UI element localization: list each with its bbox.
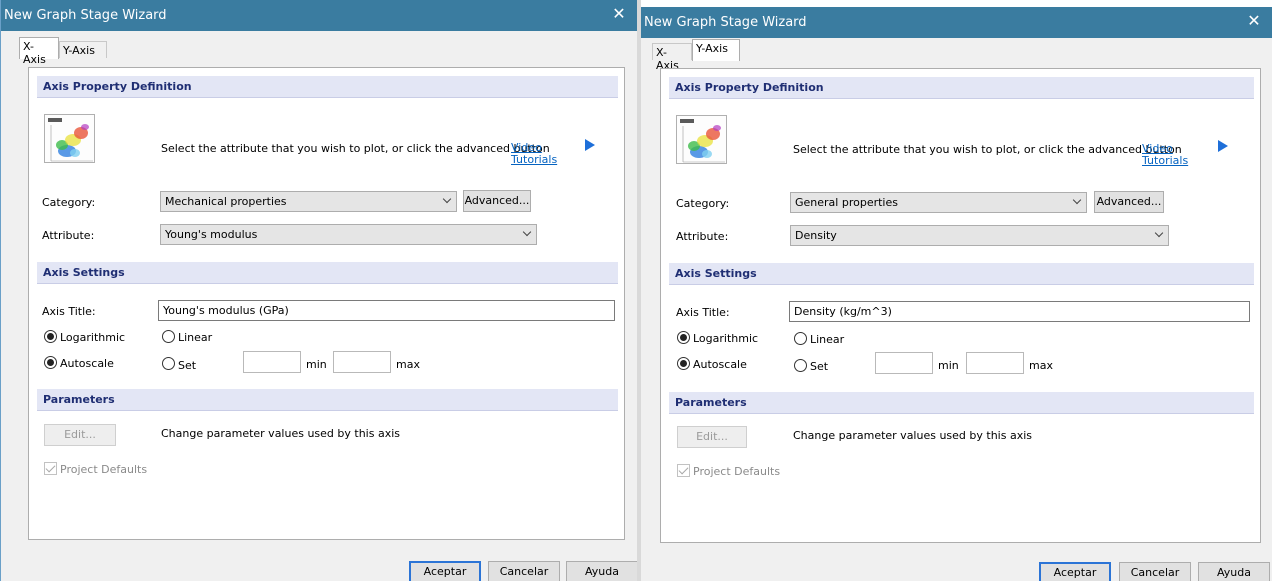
category-value: Mechanical properties (165, 195, 287, 208)
section-parameters: Parameters (37, 389, 618, 411)
instruction-text: Select the attribute that you wish to pl… (161, 142, 550, 155)
chart-thumbnail (676, 115, 727, 164)
tab-x-axis[interactable]: X-Axis (652, 43, 692, 72)
close-icon[interactable]: ✕ (609, 5, 629, 25)
linear-radio[interactable] (794, 332, 807, 345)
wizard-window-y-axis: New Graph Stage Wizard ✕ X-Axis Y-Axis A… (641, 0, 1272, 581)
ok-button[interactable]: Aceptar (1039, 562, 1111, 581)
linear-label: Linear (810, 333, 845, 346)
cancel-button[interactable]: Cancelar (1119, 562, 1191, 581)
min-label: min (306, 358, 327, 371)
close-icon[interactable]: ✕ (1244, 12, 1264, 32)
chevron-down-icon (1154, 228, 1164, 238)
advanced-button[interactable]: Advanced... (463, 190, 531, 212)
set-label: Set (810, 360, 829, 373)
autoscale-radio[interactable] (677, 357, 690, 370)
linear-radio[interactable] (162, 330, 175, 343)
axis-title-label: Axis Title: (42, 305, 96, 318)
play-icon[interactable] (585, 139, 595, 151)
section-axis-property-definition: Axis Property Definition (669, 77, 1254, 99)
attribute-label: Attribute: (42, 229, 95, 242)
max-label: max (396, 358, 420, 371)
window-title: New Graph Stage Wizard (644, 15, 807, 30)
cancel-button[interactable]: Cancelar (488, 561, 560, 581)
autoscale-radio[interactable] (44, 356, 57, 369)
section-axis-settings: Axis Settings (37, 262, 618, 284)
tab-x-axis[interactable]: X-Axis (19, 37, 59, 66)
edit-button[interactable]: Edit... (44, 424, 116, 446)
project-defaults-label: Project Defaults (60, 463, 148, 476)
logarithmic-label: Logarithmic (60, 331, 126, 344)
category-label: Category: (676, 197, 730, 210)
attribute-label: Attribute: (676, 230, 729, 243)
attribute-value: Young's modulus (165, 228, 258, 241)
chart-thumbnail (44, 114, 95, 163)
autoscale-label: Autoscale (60, 357, 114, 370)
tab-panel: Axis Property Definition Select the attr… (660, 68, 1261, 543)
logarithmic-label: Logarithmic (693, 332, 759, 345)
wizard-window-x-axis: New Graph Stage Wizard ✕ X-Axis Y-Axis A… (0, 0, 637, 581)
tutorials-link[interactable]: Tutorials (1142, 155, 1188, 167)
chevron-down-icon (522, 227, 532, 237)
logarithmic-radio[interactable] (677, 331, 690, 344)
attribute-dropdown[interactable]: Young's modulus (160, 224, 537, 245)
chevron-down-icon (442, 194, 452, 204)
set-radio[interactable] (794, 359, 807, 372)
set-label: Set (178, 359, 197, 372)
min-input[interactable] (243, 351, 301, 373)
linear-label: Linear (178, 331, 213, 344)
project-defaults-label: Project Defaults (693, 465, 781, 478)
category-value: General properties (795, 196, 898, 209)
min-label: min (938, 359, 959, 372)
tab-y-axis[interactable]: Y-Axis (59, 41, 107, 58)
advanced-button[interactable]: Advanced... (1094, 191, 1164, 213)
chevron-down-icon (1072, 195, 1082, 205)
section-axis-property-definition: Axis Property Definition (37, 76, 618, 98)
window-title: New Graph Stage Wizard (4, 8, 167, 23)
parameters-description: Change parameter values used by this axi… (161, 427, 400, 440)
section-axis-settings: Axis Settings (669, 263, 1254, 285)
category-dropdown[interactable]: Mechanical properties (160, 191, 457, 212)
max-input[interactable] (333, 351, 391, 373)
axis-title-label: Axis Title: (676, 306, 730, 319)
project-defaults-checkbox[interactable] (677, 464, 690, 477)
help-button[interactable]: Ayuda (1198, 562, 1270, 581)
category-label: Category: (42, 196, 96, 209)
autoscale-label: Autoscale (693, 358, 747, 371)
section-parameters: Parameters (669, 392, 1254, 414)
play-icon[interactable] (1218, 140, 1228, 152)
ok-button[interactable]: Aceptar (409, 561, 481, 581)
help-button[interactable]: Ayuda (566, 561, 637, 581)
attribute-value: Density (795, 229, 837, 242)
project-defaults-checkbox[interactable] (44, 462, 57, 475)
tutorials-link[interactable]: Tutorials (511, 154, 557, 166)
instruction-text: Select the attribute that you wish to pl… (793, 143, 1182, 156)
edit-button[interactable]: Edit... (677, 426, 747, 448)
tab-y-axis[interactable]: Y-Axis (692, 39, 740, 61)
min-input[interactable] (875, 352, 933, 374)
category-dropdown[interactable]: General properties (790, 192, 1087, 213)
max-input[interactable] (966, 352, 1024, 374)
max-label: max (1029, 359, 1053, 372)
attribute-dropdown[interactable]: Density (790, 225, 1169, 246)
tab-panel: Axis Property Definition Select the attr… (28, 67, 625, 540)
parameters-description: Change parameter values used by this axi… (793, 429, 1032, 442)
title-bar: New Graph Stage Wizard ✕ (641, 7, 1272, 38)
axis-title-input[interactable]: Density (kg/m^3) (789, 301, 1250, 322)
axis-title-input[interactable]: Young's modulus (GPa) (158, 300, 615, 321)
title-bar: New Graph Stage Wizard ✕ (1, 0, 637, 31)
logarithmic-radio[interactable] (44, 330, 57, 343)
set-radio[interactable] (162, 357, 175, 370)
